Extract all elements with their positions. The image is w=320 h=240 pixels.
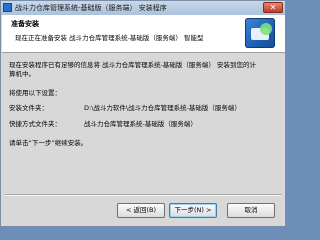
shortcut-folder-label: 快捷方式文件夹： — [9, 120, 61, 128]
wizard-header: 准备安装 现在正在准备安装 战斗力仓库管理系统-基础版（服务端） 智能型 — [2, 15, 285, 53]
installer-logo-icon — [245, 18, 275, 48]
next-button[interactable]: 下一步(N) > — [169, 203, 217, 218]
continue-instruction: 请单击“下一步”继续安装。 — [9, 139, 88, 147]
settings-heading: 将使用以下设置： — [9, 89, 61, 97]
installer-window: 战斗力仓库管理系统-基础版（服务端） 安装程序 ✕ 准备安装 现在正在准备安装 … — [0, 0, 286, 227]
back-button[interactable]: < 返回(B) — [117, 203, 165, 218]
intro-text-line1: 现在安装程序已有足够的信息将 战斗力仓库管理系统-基础版（服务端） 安装到您的计 — [9, 61, 256, 69]
cancel-button[interactable]: 取消 — [227, 203, 275, 218]
shortcut-folder-value: 战斗力仓库管理系统-基础版（服务端） — [84, 120, 197, 128]
close-button[interactable]: ✕ — [263, 2, 283, 13]
footer-divider — [5, 194, 282, 196]
header-title: 准备安装 — [11, 20, 39, 28]
title-bar[interactable]: 战斗力仓库管理系统-基础版（服务端） 安装程序 ✕ — [1, 1, 285, 15]
install-folder-value: D:\战斗力软件\战斗力仓库管理系统-基础版（服务端） — [84, 104, 241, 112]
install-folder-label: 安装文件夹： — [9, 104, 48, 112]
window-title: 战斗力仓库管理系统-基础版（服务端） 安装程序 — [15, 4, 167, 12]
installer-app-icon — [3, 3, 12, 12]
header-subtitle: 现在正在准备安装 战斗力仓库管理系统-基础版（服务端） 智能型 — [15, 34, 204, 42]
intro-text-line2: 算机中。 — [9, 70, 35, 78]
